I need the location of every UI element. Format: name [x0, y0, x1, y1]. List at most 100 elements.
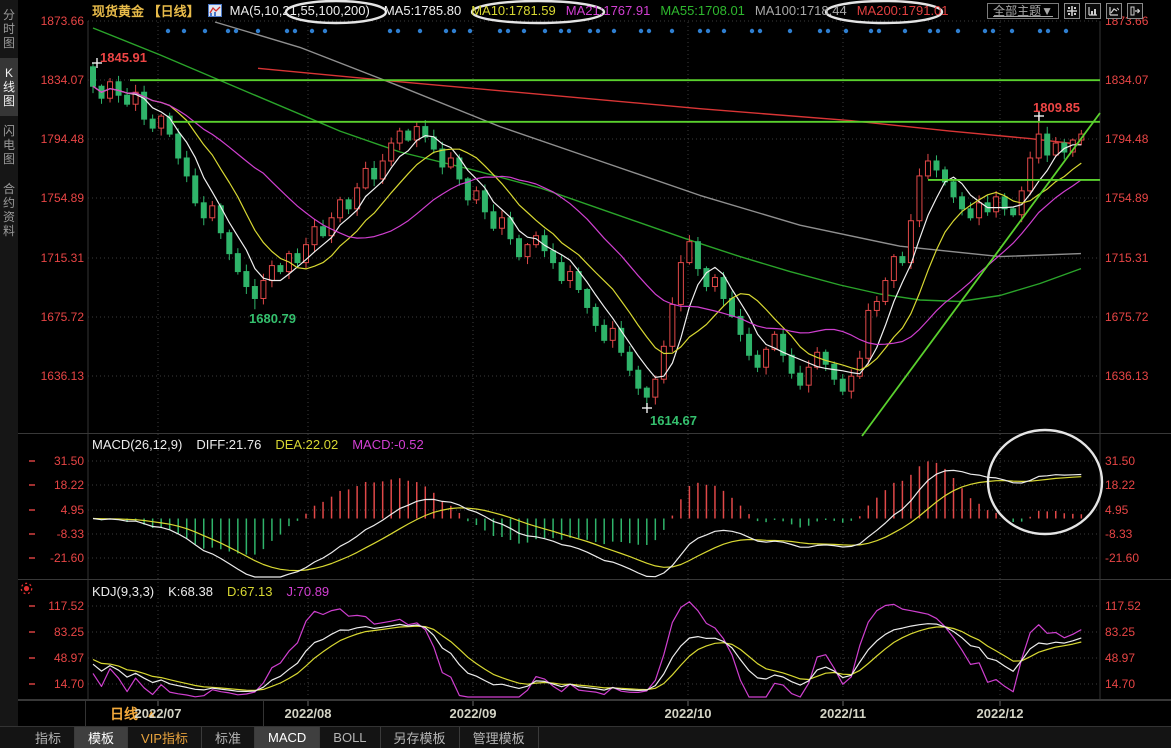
- signal-dot: [903, 29, 907, 33]
- sidebar-tab[interactable]: 闪电图: [0, 116, 18, 174]
- candle-body: [695, 242, 700, 269]
- bottom-tab-管理模板[interactable]: 管理模板: [460, 727, 539, 748]
- signal-dot: [698, 29, 702, 33]
- bottom-tab-bar: 指标模板VIP指标标准MACDBOLL另存模板管理模板: [0, 726, 1171, 748]
- candle-body: [883, 281, 888, 302]
- bottom-tab-模板[interactable]: 模板: [75, 727, 128, 748]
- candle-body: [448, 158, 453, 167]
- signal-dot: [418, 29, 422, 33]
- candle-body: [389, 143, 394, 161]
- signal-dot: [596, 29, 600, 33]
- candle-body: [184, 158, 189, 176]
- price-axis-label: 1715.31: [24, 251, 84, 265]
- price-axis-label: -21.60: [24, 551, 84, 565]
- mini-kline-icon: [208, 4, 222, 17]
- bottom-tab-标准[interactable]: 标准: [202, 727, 255, 748]
- candle-body: [1053, 143, 1058, 155]
- pane-axis-icon[interactable]: [1106, 3, 1122, 19]
- candle-body: [1036, 134, 1041, 158]
- signal-dot: [956, 29, 960, 33]
- bottom-tab-VIP指标[interactable]: VIP指标: [128, 727, 202, 748]
- candle-body: [678, 263, 683, 305]
- price-axis-label: 14.70: [24, 677, 84, 691]
- signal-dot: [396, 29, 400, 33]
- candle-body: [730, 298, 735, 316]
- signal-dot: [498, 29, 502, 33]
- candle-body: [568, 272, 573, 281]
- signal-dot: [559, 29, 563, 33]
- candle-body: [908, 221, 913, 263]
- price-axis-label: 4.95: [1105, 503, 1128, 517]
- candle-body: [125, 95, 130, 104]
- month-label: 2022/08: [285, 706, 332, 721]
- signal-dot: [522, 29, 526, 33]
- sidebar-tab[interactable]: K线图: [0, 58, 18, 116]
- signal-dot: [506, 29, 510, 33]
- signal-dot: [612, 29, 616, 33]
- price-axis-label: -8.33: [24, 527, 84, 541]
- signal-dot: [588, 29, 592, 33]
- pane-chart-icon[interactable]: [1085, 3, 1101, 19]
- candle-body: [917, 176, 922, 221]
- price-annotation: 1680.79: [249, 311, 296, 326]
- month-label: 2022/11: [820, 706, 866, 721]
- candle-body: [91, 67, 96, 86]
- candle-body: [159, 116, 164, 128]
- price-axis-label: 1715.31: [1105, 251, 1148, 265]
- price-axis-label: 4.95: [24, 503, 84, 517]
- bottom-tab-BOLL[interactable]: BOLL: [320, 727, 380, 748]
- kdj-k-line: [93, 624, 1081, 692]
- candle-body: [721, 278, 726, 299]
- candle-body: [798, 373, 803, 385]
- price-axis-label: 1636.13: [1105, 369, 1148, 383]
- candle-body: [585, 290, 590, 308]
- signal-dot: [226, 29, 230, 33]
- crosshair-move-icon[interactable]: [1064, 3, 1080, 19]
- candle-body: [840, 379, 845, 391]
- price-axis-label: 1834.07: [24, 73, 84, 87]
- trading-chart-app: 分时图K线图闪电图合约资料 现货黄金 【日线】 MA(5,10,21,55,10…: [0, 0, 1171, 747]
- candle-body: [764, 349, 769, 367]
- price-axis-label: 18.22: [24, 478, 84, 492]
- candle-body: [934, 161, 939, 170]
- candle-body: [925, 161, 930, 176]
- candle-body: [380, 161, 385, 179]
- collapse-panel-icon[interactable]: [1127, 3, 1143, 19]
- candle-body: [815, 352, 820, 367]
- candle-body: [440, 149, 445, 167]
- highlight-ellipse: [988, 430, 1102, 534]
- candle-body: [619, 328, 624, 352]
- signal-dot: [1046, 29, 1050, 33]
- price-axis-label: 117.52: [24, 599, 84, 613]
- signal-dot: [543, 29, 547, 33]
- price-axis-label: 14.70: [1105, 677, 1135, 691]
- candle-body: [977, 203, 982, 218]
- theme-selector-button[interactable]: 全部主题▼: [987, 3, 1059, 19]
- candle-body: [295, 254, 300, 263]
- bottom-tab-指标[interactable]: 指标: [22, 727, 75, 748]
- price-axis-label: 117.52: [1105, 599, 1141, 613]
- candle-body: [176, 134, 181, 158]
- bottom-tab-MACD[interactable]: MACD: [255, 727, 320, 748]
- price-annotation: 1845.91: [100, 50, 147, 65]
- sidebar-tab[interactable]: 分时图: [0, 0, 18, 58]
- bottom-tab-另存模板[interactable]: 另存模板: [381, 727, 460, 748]
- month-label: 2022/12: [977, 706, 1024, 721]
- kdj-panel-header: KDJ(9,3,3)K:68.38D:67.13J:70.89: [92, 584, 343, 599]
- macd-name: MACD(26,12,9): [92, 437, 182, 452]
- candle-body: [474, 191, 479, 200]
- signal-dot: [936, 29, 940, 33]
- candle-body: [712, 278, 717, 287]
- candle-body: [269, 266, 274, 281]
- candle-body: [968, 209, 973, 218]
- chart-canvas[interactable]: [0, 0, 1171, 747]
- kdj-name: KDJ(9,3,3): [92, 584, 154, 599]
- candle-body: [244, 272, 249, 287]
- ma-params-label: MA(5,10,21,55,100,200): [230, 3, 370, 18]
- sidebar-tab[interactable]: 合约资料: [0, 174, 18, 246]
- candle-body: [806, 367, 811, 385]
- candle-body: [491, 212, 496, 228]
- candles-layer: [91, 62, 1084, 408]
- candle-body: [602, 325, 607, 340]
- price-axis-label: 1675.72: [1105, 310, 1148, 324]
